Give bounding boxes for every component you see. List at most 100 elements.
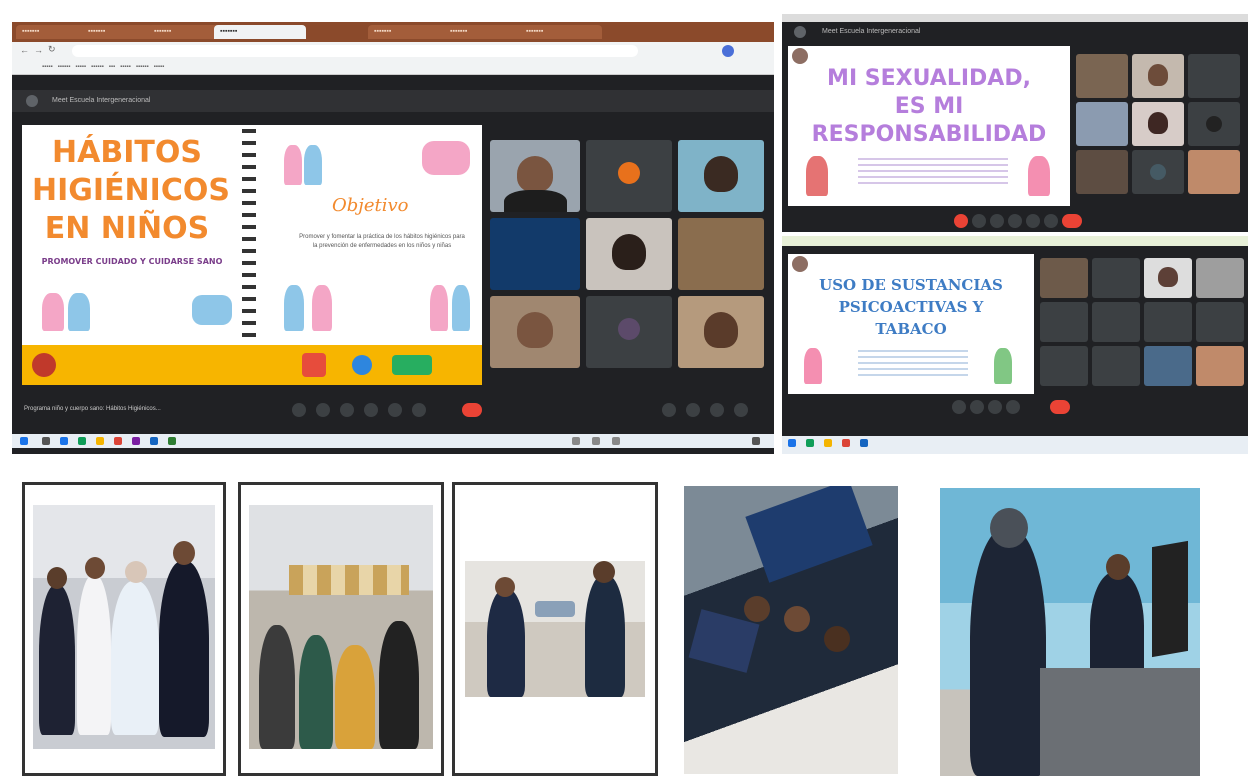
info-icon[interactable]: [662, 403, 676, 417]
participant-tile[interactable]: [586, 296, 672, 368]
taskbar: [782, 436, 1248, 454]
windows-start-icon[interactable]: [20, 437, 28, 445]
url-field[interactable]: [72, 45, 638, 57]
participant-tile[interactable]: [1144, 302, 1192, 342]
participant-tile[interactable]: [1092, 258, 1140, 298]
captions-icon[interactable]: [340, 403, 354, 417]
back-icon[interactable]: ←: [20, 45, 29, 55]
browser-tab[interactable]: ▪▪▪▪▪▪▪: [444, 25, 526, 39]
present-icon[interactable]: [1026, 214, 1040, 228]
group-photo-1: [33, 505, 215, 749]
reload-icon[interactable]: ↻: [48, 44, 56, 55]
profile-avatar[interactable]: [722, 45, 734, 57]
participant-tile[interactable]: [1132, 54, 1184, 98]
present-icon[interactable]: [1006, 400, 1020, 414]
mic-icon[interactable]: [292, 403, 306, 417]
participant-tile[interactable]: [678, 296, 764, 368]
participant-tile[interactable]: [586, 218, 672, 290]
taskbar-app-icon[interactable]: [806, 439, 814, 447]
participant-tile[interactable]: [1196, 258, 1244, 298]
person: [77, 575, 111, 735]
chat-icon[interactable]: [710, 403, 724, 417]
participant-tile[interactable]: [1076, 54, 1128, 98]
tray-icon[interactable]: [752, 437, 760, 445]
participant-tile[interactable]: [490, 218, 580, 290]
participant-tile[interactable]: [1040, 258, 1088, 298]
browser-tab[interactable]: ▪▪▪▪▪▪▪: [16, 25, 88, 39]
end-call-icon[interactable]: [1050, 400, 1070, 414]
taskbar-app-icon[interactable]: [42, 437, 50, 445]
group-photo-2: [249, 505, 433, 749]
participant-tile[interactable]: [1196, 302, 1244, 342]
person: [299, 635, 333, 749]
kids-illustration: [806, 156, 828, 196]
raise-hand-icon[interactable]: [1008, 214, 1022, 228]
people-icon[interactable]: [686, 403, 700, 417]
participant-tile[interactable]: [1196, 346, 1244, 386]
participant-tile[interactable]: [1188, 54, 1240, 98]
photo-frame: [238, 482, 444, 776]
forward-icon[interactable]: →: [34, 45, 43, 55]
captions-icon[interactable]: [988, 400, 1002, 414]
taskbar-app-icon[interactable]: [860, 439, 868, 447]
taskbar-app-icon[interactable]: [60, 437, 68, 445]
more-icon[interactable]: [412, 403, 426, 417]
participant-tile[interactable]: [678, 140, 764, 212]
raise-hand-icon[interactable]: [364, 403, 378, 417]
browser-tab-active[interactable]: ▪▪▪▪▪▪▪: [214, 25, 306, 39]
activities-icon[interactable]: [734, 403, 748, 417]
windows-start-icon[interactable]: [788, 439, 796, 447]
participant-tile[interactable]: [1040, 302, 1088, 342]
taskbar-app-icon[interactable]: [78, 437, 86, 445]
browser-tab[interactable]: ▪▪▪▪▪▪▪: [82, 25, 154, 39]
meeting-header: Meet Escuela Intergeneracional: [12, 90, 774, 112]
presented-slide: USO DE SUSTANCIAS PSICOACTIVAS Y TABACO: [788, 254, 1034, 394]
camera-icon[interactable]: [972, 214, 986, 228]
taskbar-app-icon[interactable]: [168, 437, 176, 445]
taskbar-app-icon[interactable]: [114, 437, 122, 445]
slide-body-text: [858, 350, 968, 376]
slide-title-line3: TABACO: [875, 320, 947, 338]
taskbar-app-icon[interactable]: [132, 437, 140, 445]
slide-objetivo-label: Objetivo: [332, 195, 409, 216]
present-icon[interactable]: [388, 403, 402, 417]
participant-tile[interactable]: [1040, 346, 1088, 386]
taskbar-app-icon[interactable]: [842, 439, 850, 447]
tray-icon[interactable]: [592, 437, 600, 445]
taskbar-app-icon[interactable]: [96, 437, 104, 445]
person: [970, 528, 1046, 776]
participant-tile[interactable]: [586, 140, 672, 212]
mic-off-icon[interactable]: [954, 214, 968, 228]
participant-tile[interactable]: [1188, 102, 1240, 146]
camera-icon[interactable]: [316, 403, 330, 417]
participant-tile[interactable]: [1076, 102, 1128, 146]
captions-icon[interactable]: [990, 214, 1004, 228]
participant-tile[interactable]: [1132, 150, 1184, 194]
avatar: [618, 162, 640, 184]
participant-tile[interactable]: [1188, 150, 1240, 194]
participant-tile[interactable]: [1092, 346, 1140, 386]
mic-icon[interactable]: [952, 400, 966, 414]
taskbar-app-icon[interactable]: [150, 437, 158, 445]
browser-tab[interactable]: ▪▪▪▪▪▪▪: [520, 25, 602, 39]
taskbar-app-icon[interactable]: [824, 439, 832, 447]
participant-tile[interactable]: [490, 140, 580, 212]
camera-icon[interactable]: [970, 400, 984, 414]
tray-icon[interactable]: [572, 437, 580, 445]
participant-tile[interactable]: [1092, 302, 1140, 342]
meeting-name-text: Programa niño y cuerpo sano: Hábitos Hig…: [24, 406, 161, 412]
tray-icon[interactable]: [612, 437, 620, 445]
end-call-icon[interactable]: [1062, 214, 1082, 228]
participant-tile[interactable]: [678, 218, 764, 290]
participant-tile[interactable]: [1076, 150, 1128, 194]
participant-tile[interactable]: [1144, 346, 1192, 386]
org-logo: [352, 355, 372, 375]
participant-tile[interactable]: [1144, 258, 1192, 298]
participant-tile[interactable]: [1132, 102, 1184, 146]
meet-window-left: ▪▪▪▪▪▪▪ ▪▪▪▪▪▪▪ ▪▪▪▪▪▪▪ ▪▪▪▪▪▪▪ ▪▪▪▪▪▪▪ …: [12, 22, 774, 454]
browser-tab[interactable]: ▪▪▪▪▪▪▪: [368, 25, 450, 39]
end-call-icon[interactable]: [462, 403, 482, 417]
browser-tab[interactable]: ▪▪▪▪▪▪▪: [148, 25, 220, 39]
more-icon[interactable]: [1044, 214, 1058, 228]
participant-tile[interactable]: [490, 296, 580, 368]
